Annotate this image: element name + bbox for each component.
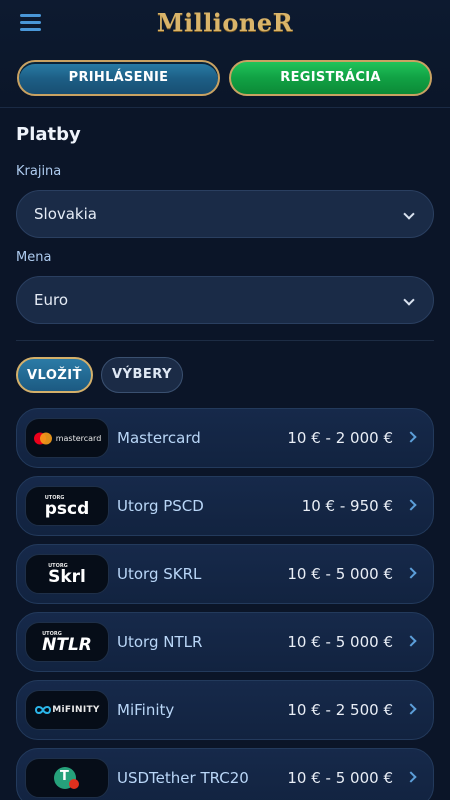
mifinity-logo: MiFINITY [25,690,109,730]
divider [16,340,434,341]
utorg-pscd-logo-text: pscd [44,498,90,519]
page-title: Platby [16,124,81,145]
method-name: Utorg SKRL [117,565,202,583]
tab-deposit[interactable]: VLOŽIŤ [16,357,93,393]
method-name: Utorg NTLR [117,633,203,651]
chevron-down-icon [403,294,415,306]
brand-logo[interactable]: MillioneR [0,8,450,37]
currency-select[interactable]: Euro [16,276,434,324]
payment-method-utorg-pscd[interactable]: UTORG pscd Utorg PSCD 10 € - 950 € [16,476,434,536]
top-bar: MillioneR PRIHLÁSENIE REGISTRÁCIA [0,0,450,108]
chevron-right-icon [405,771,417,783]
country-select[interactable]: Slovakia [16,190,434,238]
currency-label: Mena [16,250,52,265]
method-range: 10 € - 950 € [301,497,393,515]
method-range: 10 € - 2 000 € [287,429,393,447]
mifinity-logo-text: MiFINITY [52,705,100,715]
chevron-down-icon [403,208,415,220]
payments-page: Platby Krajina Slovakia Mena Euro VLOŽIŤ… [0,108,450,800]
method-range: 10 € - 5 000 € [287,769,393,787]
chevron-right-icon [405,567,417,579]
utorg-ntlr-logo-text: NTLR [42,634,92,655]
utorg-skrl-logo: UTORG Skrl [25,554,109,594]
tether-logo: T [25,758,109,798]
method-name: MiFinity [117,701,175,719]
payment-method-mastercard[interactable]: mastercard Mastercard 10 € - 2 000 € [16,408,434,468]
tab-withdraw[interactable]: VÝBERY [101,357,183,393]
infinity-icon [35,706,52,714]
mastercard-logo-text: mastercard [55,433,102,443]
method-name: Mastercard [117,429,201,447]
method-name: Utorg PSCD [117,497,204,515]
mastercard-logo: mastercard [25,418,109,458]
payment-method-utorg-skrl[interactable]: UTORG Skrl Utorg SKRL 10 € - 5 000 € [16,544,434,604]
login-button[interactable]: PRIHLÁSENIE [17,60,220,96]
payment-method-usdtether-trc20[interactable]: T USDTether TRC20 10 € - 5 000 € [16,748,434,800]
method-name: USDTether TRC20 [117,769,249,787]
payment-method-mifinity[interactable]: MiFINITY MiFinity 10 € - 2 500 € [16,680,434,740]
mastercard-circles-icon [33,432,52,444]
chevron-right-icon [405,431,417,443]
utorg-ntlr-logo: UTORG NTLR [25,622,109,662]
country-label: Krajina [16,164,62,179]
chevron-right-icon [405,499,417,511]
currency-value: Euro [34,291,68,309]
tether-logo-text: T [60,769,69,784]
utorg-skrl-logo-text: Skrl [48,566,86,587]
method-range: 10 € - 5 000 € [287,633,393,651]
payment-method-utorg-ntlr[interactable]: UTORG NTLR Utorg NTLR 10 € - 5 000 € [16,612,434,672]
method-range: 10 € - 2 500 € [287,701,393,719]
chevron-right-icon [405,635,417,647]
register-button[interactable]: REGISTRÁCIA [229,60,432,96]
country-value: Slovakia [34,205,97,223]
method-range: 10 € - 5 000 € [287,565,393,583]
chevron-right-icon [405,703,417,715]
utorg-pscd-logo: UTORG pscd [25,486,109,526]
